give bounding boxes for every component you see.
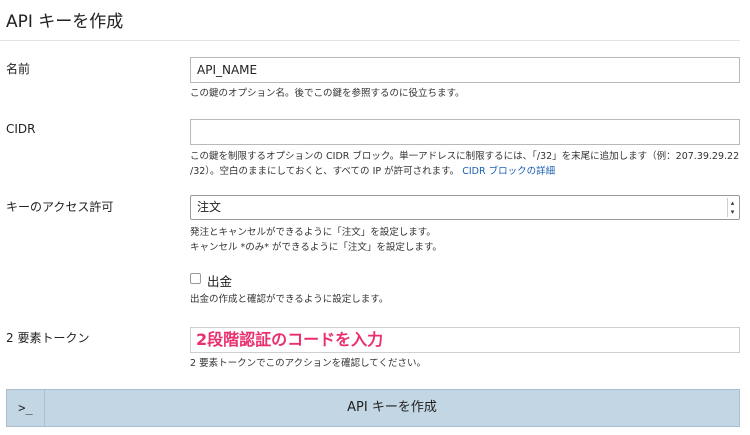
withdraw-checkbox[interactable]: [190, 273, 201, 284]
cidr-details-link[interactable]: CIDR ブロックの詳細: [462, 166, 555, 177]
submit-bar: >_ API キーを作成: [6, 389, 740, 427]
cidr-input[interactable]: [190, 119, 740, 145]
withdraw-label[interactable]: 出金: [207, 271, 232, 290]
create-api-key-button[interactable]: API キーを作成: [45, 390, 739, 426]
title-divider: [0, 40, 740, 41]
cidr-help-line2-text: /32）。空白のままにしておくと、すべての IP が許可されます。: [190, 166, 460, 177]
two-factor-help: 2 要素トークンでこのアクションを確認してください。: [190, 358, 427, 369]
access-select[interactable]: 注文 ▴ ▾: [190, 195, 740, 220]
name-input[interactable]: API_NAME: [190, 57, 740, 83]
access-label: キーのアクセス許可: [6, 200, 114, 214]
access-help: 発注とキャンセルができるように「注文」を設定します。 キャンセル *のみ* がで…: [190, 225, 442, 255]
two-factor-input[interactable]: 2段階認証のコードを入力: [190, 327, 740, 353]
access-select-value: 注文: [197, 200, 222, 214]
withdraw-help: 出金の作成と確認ができるように設定します。: [190, 294, 389, 305]
two-factor-label: 2 要素トークン: [6, 331, 90, 345]
select-arrows-icon: ▴ ▾: [727, 198, 737, 217]
name-help: この鍵のオプション名。後でこの鍵を参照するのに役立ちます。: [190, 88, 465, 99]
terminal-prompt-icon[interactable]: >_: [7, 390, 45, 426]
two-factor-annotation: 2段階認証のコードを入力: [196, 330, 384, 349]
cidr-help-line1: この鍵を制限するオプションの CIDR ブロック。単一アドレスに制限するには、「…: [190, 151, 740, 162]
cidr-help: この鍵を制限するオプションの CIDR ブロック。単一アドレスに制限するには、「…: [190, 149, 739, 179]
page-title: API キーを作成: [6, 12, 124, 32]
name-label: 名前: [6, 62, 31, 76]
access-help-line2: キャンセル *のみ* ができるように「注文」を設定します。: [190, 242, 442, 253]
access-help-line1: 発注とキャンセルができるように「注文」を設定します。: [190, 227, 436, 238]
cidr-label: CIDR: [6, 122, 36, 136]
cidr-help-line2: /32）。空白のままにしておくと、すべての IP が許可されます。 CIDR ブ…: [190, 164, 739, 179]
